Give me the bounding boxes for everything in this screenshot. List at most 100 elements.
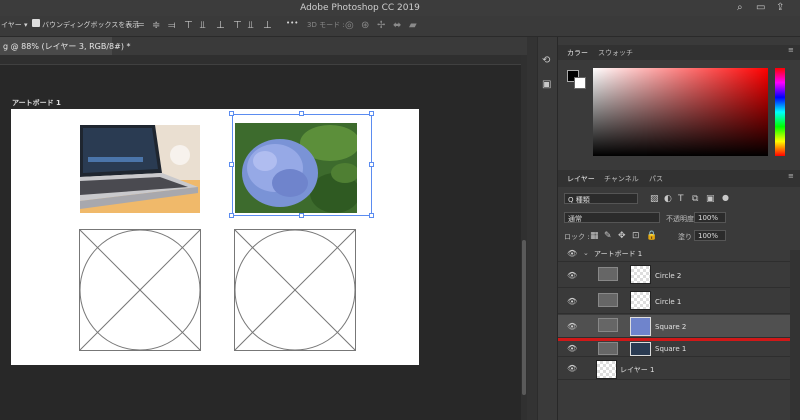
layers-menu-icon[interactable]: ≡ <box>788 172 794 180</box>
document-tab[interactable]: g @ 88% (レイヤー 3, RGB/8#) * <box>0 37 131 55</box>
tab-layers[interactable]: レイヤー <box>567 174 595 184</box>
layer-row-square2[interactable]: 👁 Square 2 <box>558 315 790 338</box>
tab-color[interactable]: カラー <box>567 48 588 58</box>
panel-dock: ⟲ ▣ <box>537 37 557 420</box>
transform-handle[interactable] <box>299 213 304 218</box>
transform-handle[interactable] <box>229 213 234 218</box>
canvas-scrollbar-thumb[interactable] <box>522 240 526 395</box>
tab-swatches[interactable]: スウォッチ <box>598 48 633 58</box>
transform-handle[interactable] <box>299 111 304 116</box>
layer-thumbnail <box>596 360 617 379</box>
properties-icon[interactable]: ▣ <box>542 79 551 91</box>
3d-drag-icon[interactable]: ✢ <box>377 20 385 32</box>
layer-row-layer1[interactable]: 👁 レイヤー 1 <box>558 358 790 380</box>
bbox-checkbox[interactable] <box>32 19 40 27</box>
transform-handle[interactable] <box>229 162 234 167</box>
transform-handle[interactable] <box>369 213 374 218</box>
layer-row-square1[interactable]: 👁 Square 1 <box>558 341 790 357</box>
visibility-eye-icon[interactable]: 👁 <box>567 364 577 373</box>
ruler <box>0 55 521 65</box>
fill-input[interactable]: 100% <box>694 230 726 241</box>
opacity-input[interactable]: 100% <box>694 212 726 223</box>
visibility-eye-icon[interactable]: 👁 <box>567 297 577 306</box>
lock-label: ロック : <box>564 233 590 241</box>
filter-smart-object-icon[interactable]: ▣ <box>706 193 715 205</box>
transform-handle[interactable] <box>369 162 374 167</box>
3d-slide-icon[interactable]: ⬌ <box>393 20 401 32</box>
tab-paths[interactable]: パス <box>649 174 663 184</box>
lock-transparency-icon[interactable]: ▦ <box>590 230 599 242</box>
vector-mask-thumbnail <box>598 342 618 355</box>
transform-handle[interactable] <box>369 111 374 116</box>
blend-mode-select[interactable]: 通常 <box>564 212 660 223</box>
align-center-icon[interactable]: ≑ <box>152 20 160 32</box>
layer-row-artboard[interactable]: 👁 ⌄ アートボード 1 <box>558 244 790 262</box>
laptop-thumbnail <box>630 342 651 356</box>
share-icon[interactable]: ⇪ <box>776 2 784 14</box>
layer-name[interactable]: Square 2 <box>655 323 686 331</box>
vector-mask-thumbnail <box>598 267 618 281</box>
3d-mode-label: 3D モード : <box>307 21 345 29</box>
flower-thumbnail <box>630 317 651 336</box>
workspace-icon[interactable]: ▭ <box>756 2 765 14</box>
lock-image-icon[interactable]: ✎ <box>604 230 612 242</box>
3d-rotate-icon[interactable]: ◎ <box>345 20 354 32</box>
more-options-button[interactable]: ••• <box>286 19 298 27</box>
visibility-eye-icon[interactable]: 👁 <box>567 344 577 353</box>
align-bottom-icon[interactable]: ⊥ <box>216 20 225 32</box>
align-middle-icon[interactable]: ⫫ <box>200 20 206 32</box>
distribute-middle-icon[interactable]: ⫫ <box>248 20 254 32</box>
options-bar: イヤー ▾ バウンディングボックスを表示 ⊨ ≑ ⫤ ⊤ ⫫ ⊥ ⊤ ⫫ ⊥ •… <box>0 16 800 37</box>
color-picker-field[interactable] <box>593 68 768 156</box>
distribute-bottom-icon[interactable]: ⊥ <box>263 20 272 32</box>
3d-roll-icon[interactable]: ⊛ <box>361 20 369 32</box>
distribute-top-icon[interactable]: ⊤ <box>233 20 242 32</box>
layers-scrollbar[interactable] <box>790 250 800 420</box>
filter-shape-icon[interactable]: ⧉ <box>692 193 698 205</box>
layer-row-circle2[interactable]: 👁 Circle 2 <box>558 263 790 288</box>
vector-mask-thumbnail <box>598 293 618 307</box>
panel-menu-icon[interactable]: ≡ <box>788 46 794 54</box>
vector-mask-thumbnail <box>598 318 618 332</box>
chevron-down-icon[interactable]: ⌄ <box>583 249 589 257</box>
layer-name[interactable]: Square 1 <box>655 345 686 353</box>
layer-name[interactable]: Circle 1 <box>655 298 681 306</box>
laptop-photo[interactable] <box>80 125 200 213</box>
align-top-icon[interactable]: ⊤ <box>184 20 193 32</box>
selection-bounding-box[interactable] <box>232 114 372 216</box>
tab-channels[interactable]: チャンネル <box>604 174 639 184</box>
layer-select-dropdown[interactable]: イヤー ▾ <box>1 20 28 30</box>
layer-thumbnail <box>630 265 651 284</box>
visibility-eye-icon[interactable]: 👁 <box>567 322 577 331</box>
layer-thumbnail <box>630 291 651 310</box>
panel-separator <box>527 37 537 420</box>
title-bar: Adobe Photoshop CC 2019 ⌕ ▭ ⇪ <box>0 0 800 16</box>
layer-name[interactable]: アートボード 1 <box>594 249 642 259</box>
color-panel-tabs: カラー スウォッチ ≡ <box>558 45 800 60</box>
layer-kind-filter[interactable]: Q 種類 <box>564 193 638 204</box>
frame-placeholder-square-2[interactable] <box>234 229 356 351</box>
lock-position-icon[interactable]: ✥ <box>618 230 626 242</box>
3d-scale-icon[interactable]: ▰ <box>409 20 417 32</box>
align-left-icon[interactable]: ⊨ <box>136 20 145 32</box>
visibility-eye-icon[interactable]: 👁 <box>567 271 577 280</box>
filter-type-icon[interactable]: T <box>678 193 684 205</box>
background-color-swatch[interactable] <box>574 77 586 89</box>
align-right-icon[interactable]: ⫤ <box>168 20 176 32</box>
filter-adjustment-icon[interactable]: ◐ <box>664 193 672 205</box>
window-title: Adobe Photoshop CC 2019 <box>300 3 420 13</box>
filter-toggle-icon[interactable]: ● <box>722 192 729 204</box>
layer-row-circle1[interactable]: 👁 Circle 1 <box>558 289 790 314</box>
lock-all-icon[interactable]: 🔒 <box>646 230 657 242</box>
search-icon[interactable]: ⌕ <box>737 2 743 14</box>
layer-name[interactable]: Circle 2 <box>655 272 681 280</box>
hue-slider[interactable] <box>775 68 785 156</box>
filter-pixel-icon[interactable]: ▨ <box>650 193 659 205</box>
transform-handle[interactable] <box>229 111 234 116</box>
layer-name[interactable]: レイヤー 1 <box>620 365 654 375</box>
artboard-label[interactable]: アートボード 1 <box>12 98 61 108</box>
lock-artboard-icon[interactable]: ⊡ <box>632 230 640 242</box>
frame-placeholder-square-1[interactable] <box>79 229 201 351</box>
history-icon[interactable]: ⟲ <box>542 55 550 67</box>
visibility-eye-icon[interactable]: 👁 <box>567 249 577 258</box>
